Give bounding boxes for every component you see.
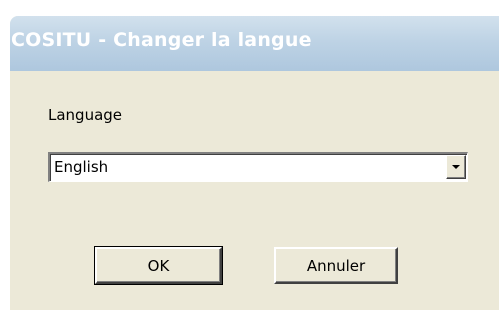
- cancel-button[interactable]: Annuler: [274, 247, 398, 284]
- chevron-down-icon: [452, 165, 460, 169]
- title-bar[interactable]: COSITU - Changer la langue: [10, 16, 499, 71]
- dropdown-button[interactable]: [446, 155, 466, 179]
- window-title: COSITU - Changer la langue: [11, 29, 312, 51]
- dialog-window: COSITU - Changer la langue Language Engl…: [10, 16, 499, 310]
- language-dropdown[interactable]: English: [48, 152, 468, 182]
- language-label: Language: [48, 106, 123, 124]
- cancel-button-label: Annuler: [306, 256, 366, 275]
- ok-button-label: OK: [147, 256, 170, 275]
- language-selected-value: English: [54, 158, 109, 176]
- ok-button[interactable]: OK: [94, 246, 223, 285]
